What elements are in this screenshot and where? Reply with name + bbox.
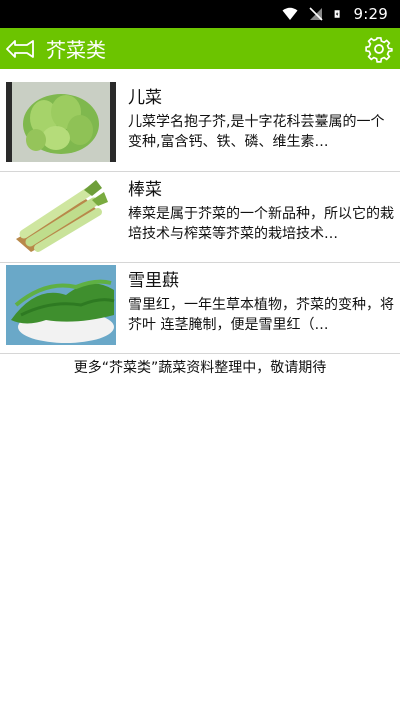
app-bar: 芥菜类: [0, 28, 400, 69]
item-description: 棒菜是属于芥菜的一个新品种，所以它的栽培技术与榨菜等芥菜的栽培技术…: [128, 206, 394, 242]
status-bar: 9:29: [0, 0, 400, 28]
status-time: 9:29: [353, 5, 388, 23]
item-thumbnail: [6, 265, 116, 345]
vegetable-list: 儿菜 儿菜学名抱子芥,是十字花科芸薹属的一个变种,富含钙、铁、磷、维生素… 棒菜…: [0, 80, 400, 354]
list-item[interactable]: 儿菜 儿菜学名抱子芥,是十字花科芸薹属的一个变种,富含钙、铁、磷、维生素…: [0, 80, 400, 171]
battery-charging-icon: [334, 10, 340, 18]
list-divider: [0, 353, 400, 354]
list-item[interactable]: 雪里蕻 雪里红，一年生草本植物，芥菜的变种，将芥叶 连茎腌制，便是雪里红（…: [0, 262, 400, 353]
gear-icon: [365, 37, 393, 63]
footer-note: 更多“芥菜类”蔬菜资料整理中，敬请期待: [73, 360, 327, 376]
item-description: 儿菜学名抱子芥,是十字花科芸薹属的一个变种,富含钙、铁、磷、维生素…: [128, 114, 385, 150]
back-button[interactable]: [0, 28, 42, 69]
item-description: 雪里红，一年生草本植物，芥菜的变种，将芥叶 连茎腌制，便是雪里红（…: [128, 297, 394, 333]
item-title: 儿菜: [128, 88, 162, 108]
item-thumbnail: [6, 82, 116, 162]
list-item[interactable]: 棒菜 棒菜是属于芥菜的一个新品种，所以它的栽培技术与榨菜等芥菜的栽培技术…: [0, 171, 400, 262]
settings-button[interactable]: [364, 34, 394, 64]
item-title: 棒菜: [128, 180, 162, 200]
page-title: 芥菜类: [46, 38, 106, 62]
item-thumbnail: [6, 174, 116, 254]
item-title: 雪里蕻: [128, 271, 179, 291]
wifi-icon: [282, 7, 298, 20]
no-signal-icon: [308, 7, 323, 21]
back-arrow-icon: [6, 39, 34, 58]
